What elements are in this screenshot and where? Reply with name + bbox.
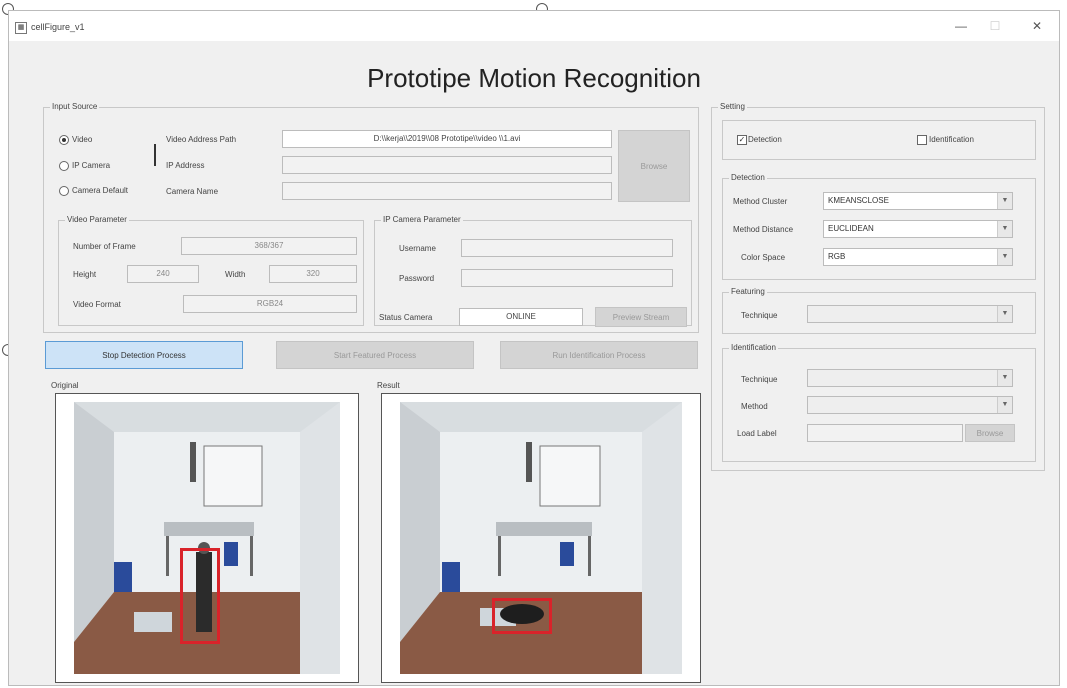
minimize-icon[interactable]: — (947, 19, 975, 33)
camera-name-label: Camera Name (166, 187, 219, 196)
identification-checkbox-label: Identification (929, 135, 974, 144)
height-label: Height (73, 270, 97, 279)
password-label: Password (399, 274, 435, 283)
detection-checkbox[interactable]: ✓ (737, 135, 747, 145)
ip-address-label: IP Address (166, 161, 205, 170)
camera-name-field[interactable] (282, 182, 612, 200)
identification-method-select[interactable]: ▼ (807, 396, 1013, 414)
detection-box-result (492, 598, 552, 634)
start-feature-button[interactable]: Start Featured Process (276, 341, 474, 369)
original-video-frame (55, 393, 359, 683)
page-title: Prototipe Motion Recognition (367, 63, 701, 93)
radio-camera-default[interactable] (59, 186, 69, 196)
app-icon: ▦ (15, 22, 27, 34)
run-identification-button[interactable]: Run Identification Process (500, 341, 698, 369)
detection-checkbox-label: Detection (748, 135, 782, 144)
password-field[interactable] (461, 269, 673, 287)
method-distance-label: Method Distance (733, 225, 794, 234)
radio-video[interactable] (59, 135, 69, 145)
radio-ip-camera-label: IP Camera (72, 161, 111, 170)
mode-group: ✓ Detection Identification (722, 120, 1036, 160)
radio-ip-camera[interactable] (59, 161, 69, 171)
username-label: Username (399, 244, 436, 253)
method-cluster-value: KMEANSCLOSE (828, 196, 889, 205)
video-parameter-group: Video Parameter Number of Frame 368/367 … (58, 215, 364, 326)
method-cluster-label: Method Cluster (733, 197, 788, 206)
result-label: Result (377, 381, 400, 390)
result-video-frame (381, 393, 701, 683)
stop-detection-button[interactable]: Stop Detection Process (45, 341, 243, 369)
identification-settings-group: Identification Technique ▼ Method ▼ Load… (722, 343, 1036, 462)
chevron-down-icon: ▼ (997, 249, 1012, 265)
identification-technique-label: Technique (741, 375, 778, 384)
identification-settings-title: Identification (729, 343, 778, 352)
method-cluster-select[interactable]: KMEANSCLOSE ▼ (823, 192, 1013, 210)
username-field[interactable] (461, 239, 673, 257)
radio-video-label: Video (72, 135, 93, 144)
width-label: Width (225, 270, 246, 279)
load-label-field[interactable] (807, 424, 963, 442)
color-space-value: RGB (828, 252, 846, 261)
width-field: 320 (269, 265, 357, 283)
input-source-group: Input Source Video IP Camera Camera Defa… (43, 102, 699, 333)
app-window: ▦ cellFigure_v1 — ☐ ✕ Prototipe Motion R… (8, 10, 1060, 686)
chevron-down-icon: ▼ (997, 193, 1012, 209)
ip-camera-parameter-title: IP Camera Parameter (381, 215, 463, 224)
identification-method-label: Method (741, 402, 768, 411)
status-camera-field: ONLINE (459, 308, 583, 326)
video-parameter-title: Video Parameter (65, 215, 129, 224)
frames-label: Number of Frame (73, 242, 136, 251)
input-source-title: Input Source (50, 102, 100, 111)
maximize-icon[interactable]: ☐ (981, 19, 1009, 33)
featuring-title: Featuring (729, 287, 767, 296)
method-distance-select[interactable]: EUCLIDEAN ▼ (823, 220, 1013, 238)
color-space-label: Color Space (741, 253, 786, 262)
title-bar: ▦ cellFigure_v1 — ☐ ✕ (9, 11, 1059, 41)
original-label: Original (51, 381, 79, 390)
setting-group: Setting ✓ Detection Identification Detec… (711, 102, 1045, 471)
browse-button[interactable]: Browse (618, 130, 690, 202)
result-video-image (400, 402, 682, 674)
featuring-technique-select[interactable]: ▼ (807, 305, 1013, 323)
method-distance-value: EUCLIDEAN (828, 224, 874, 233)
chevron-down-icon: ▼ (997, 221, 1012, 237)
detection-settings-group: Detection Method Cluster KMEANSCLOSE ▼ Me… (722, 173, 1036, 280)
identification-checkbox[interactable] (917, 135, 927, 145)
detection-box-original (180, 548, 220, 644)
radio-camera-default-label: Camera Default (72, 186, 129, 195)
setting-title: Setting (718, 102, 747, 111)
video-format-label: Video Format (73, 300, 121, 309)
ip-camera-parameter-group: IP Camera Parameter Username Password St… (374, 215, 692, 327)
status-camera-label: Status Camera (379, 313, 433, 322)
chevron-down-icon: ▼ (997, 397, 1012, 413)
detection-settings-title: Detection (729, 173, 767, 182)
close-icon[interactable]: ✕ (1023, 19, 1051, 33)
load-label-browse-button[interactable]: Browse (965, 424, 1015, 442)
identification-technique-select[interactable]: ▼ (807, 369, 1013, 387)
chevron-down-icon: ▼ (997, 370, 1012, 386)
featuring-technique-label: Technique (741, 311, 778, 320)
video-path-field[interactable]: D:\\kerja\\2019\\08 Prototipe\\video \\1… (282, 130, 612, 148)
preview-stream-button[interactable]: Preview Stream (595, 307, 687, 327)
height-field: 240 (127, 265, 199, 283)
chevron-down-icon: ▼ (997, 306, 1012, 322)
frames-field: 368/367 (181, 237, 357, 255)
video-format-field: RGB24 (183, 295, 357, 313)
featuring-group: Featuring Technique ▼ (722, 287, 1036, 334)
ip-address-field[interactable] (282, 156, 612, 174)
video-path-label: Video Address Path (166, 135, 237, 144)
load-label-label: Load Label (737, 429, 777, 438)
original-video-image (74, 402, 340, 674)
window-title: cellFigure_v1 (31, 22, 85, 32)
divider (154, 144, 156, 166)
color-space-select[interactable]: RGB ▼ (823, 248, 1013, 266)
